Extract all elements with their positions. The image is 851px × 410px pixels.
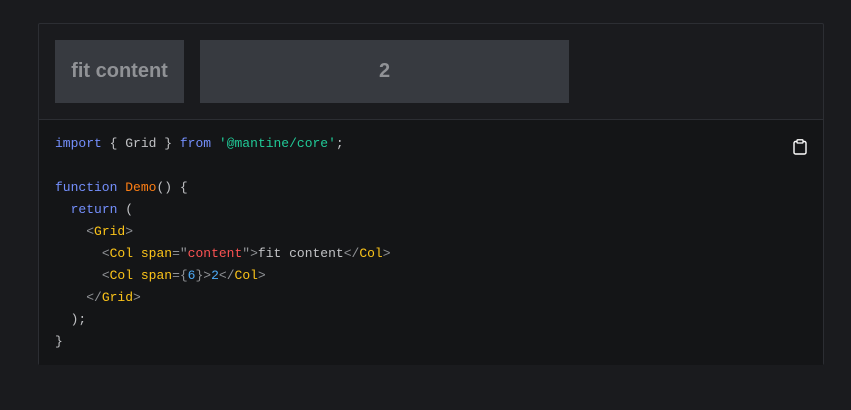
grid-col-fit-content-label: fit content bbox=[71, 60, 168, 82]
code-token: Grid bbox=[94, 224, 126, 239]
code-token: Grid bbox=[101, 290, 134, 305]
grid-col-fit-content: fit content bbox=[55, 40, 184, 103]
copy-code-button[interactable] bbox=[793, 139, 807, 155]
code-token: function bbox=[55, 180, 118, 195]
code-token: > bbox=[257, 268, 266, 283]
code-token: }> bbox=[195, 268, 212, 283]
code-line-1: import { Grid } from '@mantine/core'; bbox=[55, 133, 823, 155]
code-token: import bbox=[55, 136, 102, 151]
code-token: span bbox=[140, 268, 173, 283]
code-token: return bbox=[70, 202, 118, 217]
code-token: ); bbox=[70, 312, 87, 327]
code-line-3: function Demo() { bbox=[55, 177, 823, 199]
code-token: from bbox=[179, 136, 212, 151]
code-token: { Grid } bbox=[109, 136, 173, 151]
code-token: </ bbox=[343, 246, 360, 261]
demo-card: fit content 2 import { Grid } from '@man… bbox=[38, 23, 824, 365]
code-line-4: return ( bbox=[55, 199, 823, 221]
code-token: =" bbox=[172, 246, 188, 261]
grid-col-span-6: 2 bbox=[200, 40, 569, 103]
code-token: ( bbox=[117, 202, 134, 217]
code-token: < bbox=[101, 246, 110, 261]
grid-col-span-6-label: 2 bbox=[378, 60, 391, 82]
code-token: Col bbox=[359, 246, 383, 261]
code-token: ={ bbox=[172, 268, 188, 283]
code-token: ; bbox=[335, 136, 344, 151]
code-token: Col bbox=[234, 268, 258, 283]
code-token: fit content bbox=[257, 246, 344, 261]
clipboard-icon bbox=[793, 139, 807, 155]
code-line-8: </Grid> bbox=[55, 287, 823, 309]
code-token: Col bbox=[109, 246, 134, 261]
code-token: < bbox=[86, 224, 95, 239]
code-line-7: <Col span={6}>2</Col> bbox=[55, 265, 823, 287]
code-block: import { Grid } from '@mantine/core'; fu… bbox=[39, 120, 823, 365]
grid-preview: fit content 2 bbox=[39, 24, 823, 120]
code-line-10: } bbox=[55, 331, 823, 353]
code-token: > bbox=[133, 290, 141, 305]
code-line-9: ); bbox=[55, 309, 823, 331]
code-token: span bbox=[140, 246, 173, 261]
code-token: () { bbox=[156, 180, 188, 195]
code-token: Col bbox=[109, 268, 134, 283]
code-token: </ bbox=[86, 290, 102, 305]
code-token: content bbox=[187, 246, 243, 261]
code-token: < bbox=[101, 268, 110, 283]
code-line-6: <Col span="content">fit content</Col> bbox=[55, 243, 823, 265]
code-token: } bbox=[55, 334, 63, 349]
code-token: "> bbox=[242, 246, 258, 261]
code-token: '@mantine/core' bbox=[218, 136, 336, 151]
code-token: > bbox=[125, 224, 134, 239]
code-token: > bbox=[382, 246, 391, 261]
code-line-5: <Grid> bbox=[55, 221, 823, 243]
code-token: Demo bbox=[125, 180, 157, 195]
code-token: </ bbox=[218, 268, 235, 283]
code-token: 2 bbox=[211, 268, 219, 283]
